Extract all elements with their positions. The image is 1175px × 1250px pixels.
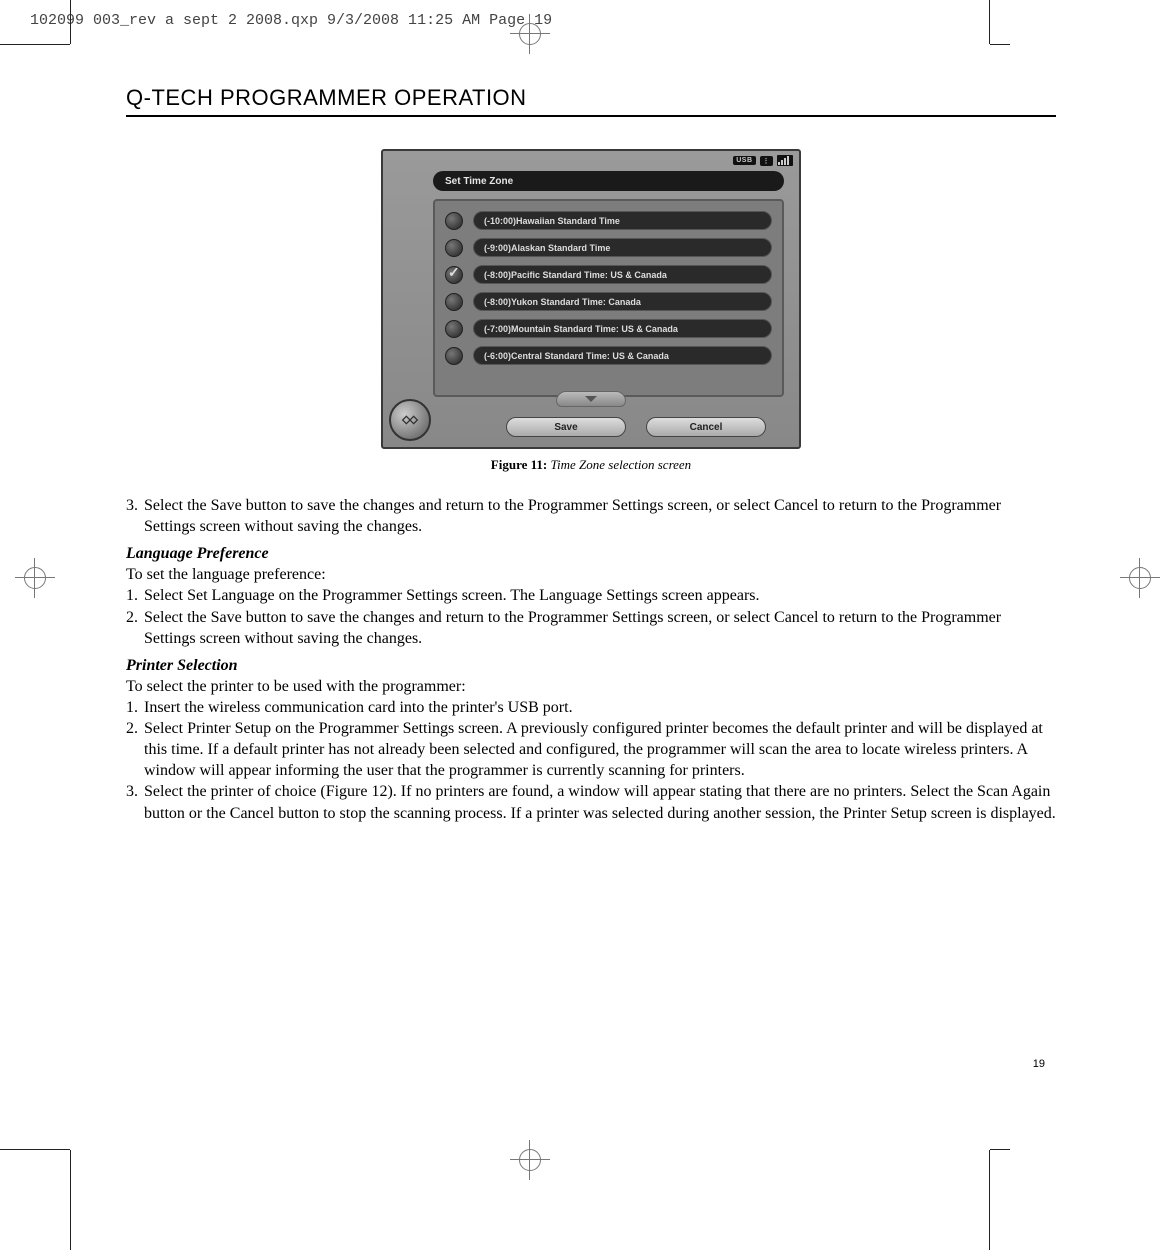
printer-step-1: 1. Insert the wireless communication car…	[126, 697, 1056, 718]
timezone-option[interactable]: (-7:00)Mountain Standard Time: US & Cana…	[445, 319, 772, 338]
registration-mark-icon	[510, 14, 550, 54]
section-title: Q-TECH PROGRAMMER OPERATION	[126, 85, 1056, 117]
caption-label: Figure 11:	[491, 457, 547, 472]
radio-icon[interactable]	[445, 320, 463, 338]
step-number: 1.	[126, 697, 144, 718]
step-number: 1.	[126, 585, 144, 606]
crop-mark-icon	[0, 44, 70, 45]
printer-step-3: 3. Select the printer of choice (Figure …	[126, 781, 1056, 823]
step-number: 2.	[126, 718, 144, 781]
step-number: 3.	[126, 781, 144, 823]
registration-mark-icon	[1120, 558, 1160, 598]
step-text: Select the Save button to save the chang…	[144, 607, 1056, 649]
crop-mark-icon	[989, 1150, 990, 1250]
radio-icon[interactable]	[445, 293, 463, 311]
step-text: Select Printer Setup on the Programmer S…	[144, 718, 1056, 781]
printer-selection-heading: Printer Selection	[126, 655, 1056, 676]
scroll-down-button[interactable]	[556, 391, 626, 407]
crop-mark-icon	[70, 1150, 71, 1250]
timezone-option[interactable]: (-8:00)Yukon Standard Time: Canada	[445, 292, 772, 311]
screen-title: Set Time Zone	[433, 171, 784, 191]
figure-caption: Figure 11: Time Zone selection screen	[381, 457, 801, 473]
language-step-1: 1. Select Set Language on the Programmer…	[126, 585, 1056, 606]
language-intro: To set the language preference:	[126, 564, 1056, 585]
radio-icon[interactable]	[445, 239, 463, 257]
crop-mark-icon	[0, 1149, 70, 1150]
step-3: 3. Select the Save button to save the ch…	[126, 495, 1056, 537]
home-button[interactable]	[389, 399, 431, 441]
registration-mark-icon	[15, 558, 55, 598]
printer-step-2: 2. Select Printer Setup on the Programme…	[126, 718, 1056, 781]
crop-mark-icon	[990, 44, 1010, 45]
timezone-option[interactable]: (-10:00)Hawaiian Standard Time	[445, 211, 772, 230]
printer-intro: To select the printer to be used with th…	[126, 676, 1056, 697]
cancel-button[interactable]: Cancel	[646, 417, 766, 437]
registration-mark-icon	[510, 1140, 550, 1180]
usb-indicator: USB	[733, 156, 755, 165]
crop-mark-icon	[990, 1149, 1010, 1150]
step-number: 3.	[126, 495, 144, 537]
step-number: 2.	[126, 607, 144, 649]
language-preference-heading: Language Preference	[126, 543, 1056, 564]
step-text: Select Set Language on the Programmer Se…	[144, 585, 1056, 606]
save-button[interactable]: Save	[506, 417, 626, 437]
timezone-label: (-8:00)Pacific Standard Time: US & Canad…	[473, 265, 772, 284]
timezone-option[interactable]: (-8:00)Pacific Standard Time: US & Canad…	[445, 265, 772, 284]
crop-mark-icon	[70, 0, 71, 44]
caption-text: Time Zone selection screen	[551, 457, 692, 472]
timezone-list: (-10:00)Hawaiian Standard Time (-9:00)Al…	[433, 199, 784, 397]
timezone-option[interactable]: (-9:00)Alaskan Standard Time	[445, 238, 772, 257]
crop-mark-icon	[989, 0, 990, 44]
radio-icon[interactable]	[445, 347, 463, 365]
timezone-label: (-6:00)Central Standard Time: US & Canad…	[473, 346, 772, 365]
radio-checked-icon[interactable]	[445, 266, 463, 284]
print-header: 102099 003_rev a sept 2 2008.qxp 9/3/200…	[30, 12, 552, 29]
timezone-label: (-9:00)Alaskan Standard Time	[473, 238, 772, 257]
timezone-label: (-7:00)Mountain Standard Time: US & Cana…	[473, 319, 772, 338]
language-step-2: 2. Select the Save button to save the ch…	[126, 607, 1056, 649]
device-screenshot: USB ⋮ Set Time Zone (-10:00)Hawaiian Sta…	[381, 149, 801, 449]
step-text: Select the printer of choice (Figure 12)…	[144, 781, 1056, 823]
wifi-icon: ⋮	[760, 156, 774, 166]
battery-bars-icon	[777, 155, 793, 166]
timezone-label: (-8:00)Yukon Standard Time: Canada	[473, 292, 772, 311]
step-text: Insert the wireless communication card i…	[144, 697, 1056, 718]
step-text: Select the Save button to save the chang…	[144, 495, 1056, 537]
figure-11: USB ⋮ Set Time Zone (-10:00)Hawaiian Sta…	[381, 149, 801, 473]
timezone-option[interactable]: (-6:00)Central Standard Time: US & Canad…	[445, 346, 772, 365]
page-number: 19	[1033, 1058, 1045, 1070]
timezone-label: (-10:00)Hawaiian Standard Time	[473, 211, 772, 230]
radio-icon[interactable]	[445, 212, 463, 230]
status-bar: USB ⋮	[733, 155, 793, 166]
handshake-icon	[399, 409, 421, 431]
